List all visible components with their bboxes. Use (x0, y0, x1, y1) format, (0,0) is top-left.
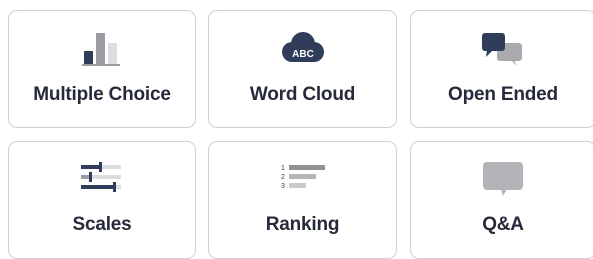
rank-number-3: 3 (281, 183, 285, 190)
rank-number-1: 1 (281, 165, 285, 172)
word-cloud-icon-text: ABC (292, 49, 314, 60)
qa-bubble-icon (483, 162, 523, 196)
rank-number-2: 2 (281, 174, 285, 181)
bar-chart-icon (82, 33, 120, 66)
sliders-icon (81, 162, 121, 192)
qa-label: Q&A (482, 214, 524, 235)
question-type-grid: Multiple Choice ABC Word Cloud Open Ende… (0, 0, 593, 259)
word-cloud-label: Word Cloud (249, 84, 356, 105)
multiple-choice-option[interactable]: Multiple Choice (8, 10, 196, 128)
word-cloud-icon: ABC (281, 32, 324, 62)
scales-option[interactable]: Scales (8, 141, 196, 259)
scales-label: Scales (72, 214, 132, 235)
open-ended-option[interactable]: Open Ended (410, 10, 593, 128)
multiple-choice-label: Multiple Choice (33, 84, 171, 105)
ranking-icon: 1 2 3 (281, 165, 325, 190)
open-ended-label: Open Ended (448, 84, 558, 105)
word-cloud-option[interactable]: ABC Word Cloud (208, 10, 397, 128)
chat-bubbles-icon (482, 33, 522, 66)
ranking-option[interactable]: 1 2 3 Ranking (208, 141, 397, 259)
ranking-label: Ranking (265, 214, 340, 235)
qa-option[interactable]: Q&A (410, 141, 593, 259)
